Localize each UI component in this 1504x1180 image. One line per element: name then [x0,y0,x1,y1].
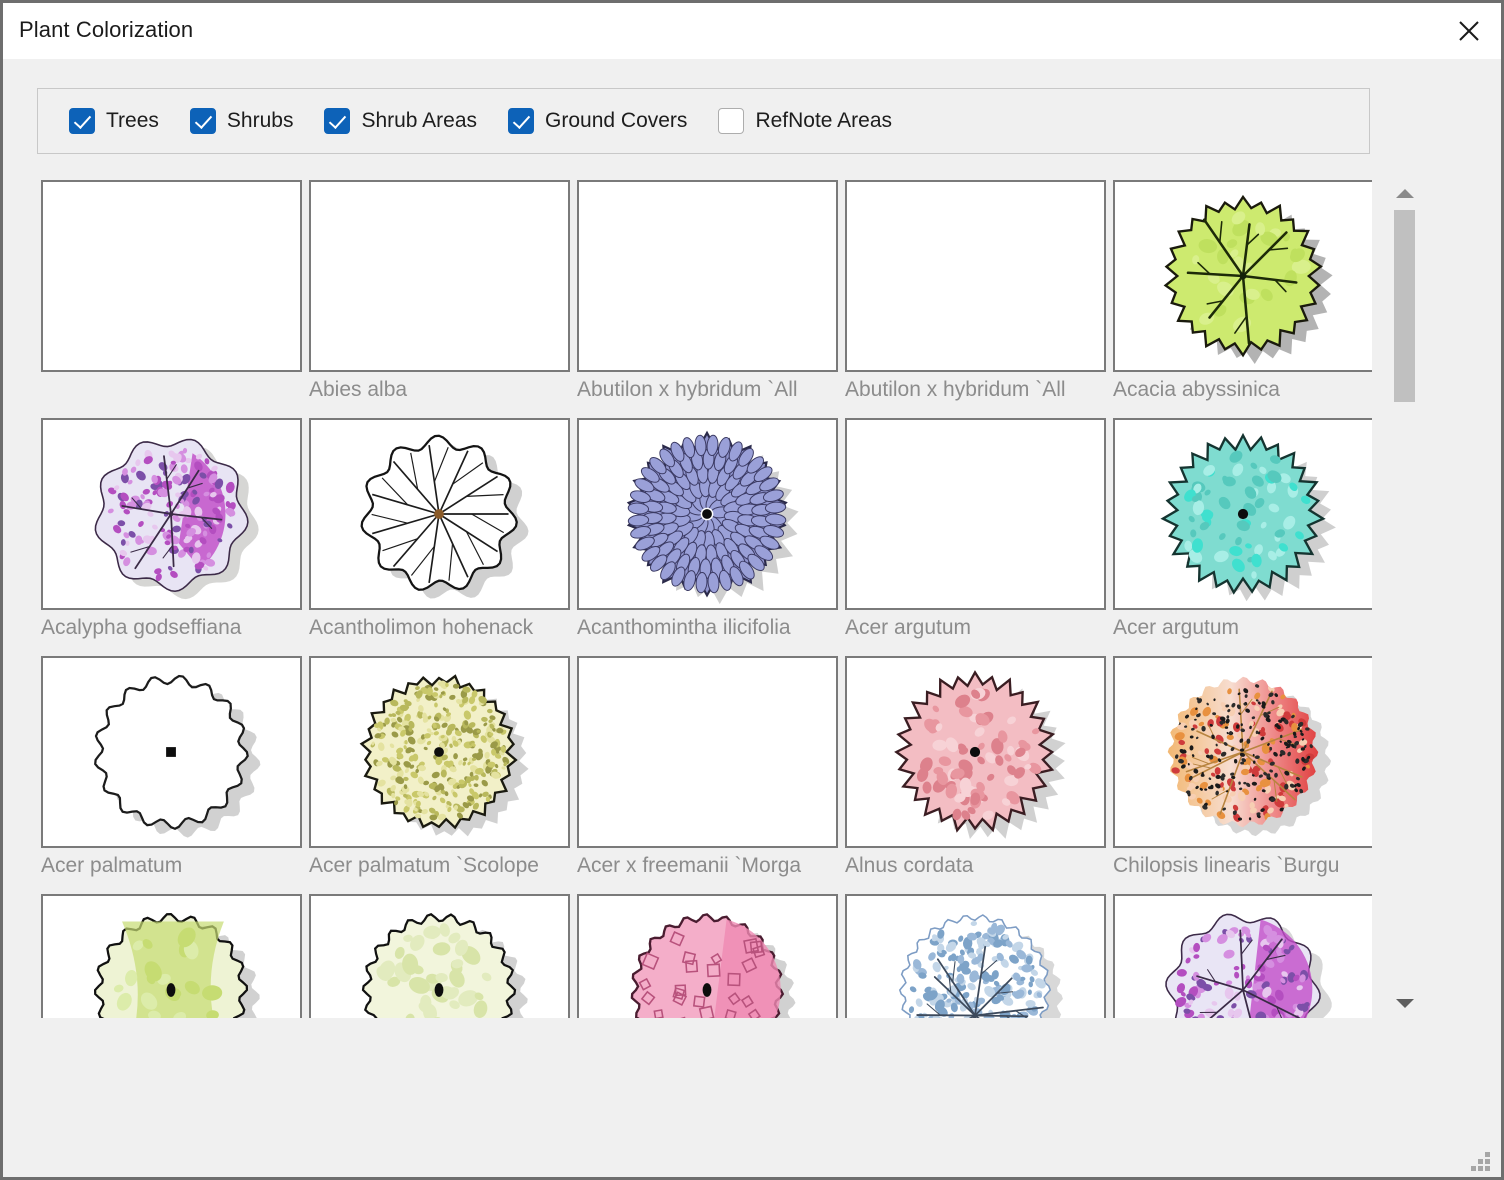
plant-thumbnail[interactable] [41,180,302,372]
plant-cell[interactable]: Acer x freemanii `Morga [573,654,841,892]
plant-name-label: Acer palmatum [41,854,183,877]
plant-thumbnail[interactable] [845,418,1106,610]
plant-name-label: Acer palmatum `Scolope [309,854,539,877]
checkbox-label: Shrubs [226,109,294,132]
plant-cell[interactable]: Chilopsis linearis `Burgu [1109,654,1372,892]
checkbox-item-shrubs[interactable]: Shrubs [189,108,294,134]
chevron-up-icon [1395,188,1414,198]
checkbox-item-refnote-areas[interactable]: RefNote Areas [718,108,892,134]
plant-cell[interactable]: Acer palmatum `Scolope [305,654,573,892]
plant-cell[interactable] [37,178,305,416]
plant-cell[interactable] [573,892,841,1018]
plant-thumbnail[interactable] [1113,656,1372,848]
grip-dot [1485,1159,1490,1164]
plant-grid-area[interactable]: Abies alba Abutilon x hybridum `All Abutil… [37,178,1372,1018]
plant-name-label: Acer argutum [1113,616,1240,639]
plant-cell[interactable] [841,892,1109,1018]
grip-dot [1485,1152,1490,1157]
grip-dot [1478,1166,1483,1171]
chevron-down-icon [1395,998,1414,1008]
plant-thumbnail[interactable] [309,656,570,848]
plant-cell[interactable]: Acalypha godseffiana [37,416,305,654]
plant-cell[interactable] [37,892,305,1018]
plant-thumbnail[interactable] [845,894,1106,1018]
filter-panel: Trees Shrubs Shrub Areas Ground Covers RefNo… [37,88,1370,154]
scroll-up-button[interactable] [1387,178,1422,208]
plant-cell[interactable] [305,892,573,1018]
plant-name-label: Acer x freemanii `Morga [577,854,802,877]
checkbox-checked-icon[interactable] [324,108,351,134]
plant-thumbnail[interactable] [577,656,838,848]
plant-name-label: Acanthomintha ilicifolia [577,616,791,639]
plant-grid: Abies alba Abutilon x hybridum `All Abutil… [37,178,1372,1018]
plant-thumbnail[interactable] [577,180,838,372]
plant-name-label: Abies alba [309,378,408,401]
scroll-down-button[interactable] [1387,988,1422,1018]
plant-thumbnail[interactable] [309,418,570,610]
plant-colorization-dialog: Plant Colorization Trees Shrubs Shrub Area… [0,0,1504,1180]
plant-thumbnail[interactable] [41,894,302,1018]
plant-name-label: Abutilon x hybridum `All [845,378,1066,401]
dialog-footer: On Off Cancel [3,1017,1501,1177]
plant-name-label: Acacia abyssinica [1113,378,1280,401]
checkbox-checked-icon[interactable] [69,108,95,134]
plant-thumbnail[interactable] [41,656,302,848]
grip-dot [1478,1159,1483,1164]
plant-cell[interactable] [1109,892,1372,1018]
checkbox-label: Trees [106,109,159,132]
plant-name-label: Alnus cordata [845,854,974,877]
checkbox-item-ground-covers[interactable]: Ground Covers [508,108,687,134]
title-bar: Plant Colorization [3,3,1501,59]
plant-name-label: Acer argutum [845,616,972,639]
plant-thumbnail[interactable] [309,894,570,1018]
checkbox-item-trees[interactable]: Trees [69,108,159,134]
resize-grip[interactable] [1471,1148,1495,1172]
plant-cell[interactable]: Acacia abyssinica [1109,178,1372,416]
plant-thumbnail[interactable] [1113,180,1372,372]
plant-cell[interactable]: Abies alba [305,178,573,416]
plant-name-label: Abutilon x hybridum `All [577,378,798,401]
checkbox-item-shrub-areas[interactable]: Shrub Areas [324,108,477,134]
plant-cell[interactable]: Alnus cordata [841,654,1109,892]
page-title: Plant Colorization [19,17,194,42]
plant-cell[interactable]: Acanthomintha ilicifolia [573,416,841,654]
plant-thumbnail[interactable] [1113,418,1372,610]
plant-cell[interactable]: Acer argutum [1109,416,1372,654]
checkbox-checked-icon[interactable] [508,108,535,134]
plant-cell[interactable]: Acantholimon hohenack [305,416,573,654]
close-button[interactable] [1437,3,1501,58]
plant-cell[interactable]: Abutilon x hybridum `All [573,178,841,416]
plant-thumbnail[interactable] [845,656,1106,848]
checkbox-label: Ground Covers [545,109,688,132]
checkbox-label: Shrub Areas [361,109,478,132]
plant-cell[interactable]: Acer argutum [841,416,1109,654]
plant-thumbnail[interactable] [845,180,1106,372]
grip-dot [1485,1166,1490,1171]
plant-thumbnail[interactable] [577,418,838,610]
plant-thumbnail[interactable] [41,418,302,610]
plant-thumbnail[interactable] [309,180,570,372]
checkbox-checked-icon[interactable] [189,108,216,134]
checkbox-label: RefNote Areas [755,109,893,132]
plant-name-label: Acalypha godseffiana [41,616,242,639]
plant-name-label: Acantholimon hohenack [309,616,534,639]
scrollbar-thumb[interactable] [1394,210,1415,402]
plant-cell[interactable]: Abutilon x hybridum `All [841,178,1109,416]
close-icon [1458,20,1480,42]
vertical-scrollbar[interactable] [1387,178,1422,1018]
plant-thumbnail[interactable] [577,894,838,1018]
plant-thumbnail[interactable] [1113,894,1372,1018]
grip-dot [1471,1166,1476,1171]
plant-name-label: Chilopsis linearis `Burgu [1113,854,1340,877]
checkbox-unchecked-icon[interactable] [718,108,745,134]
plant-cell[interactable]: Acer palmatum [37,654,305,892]
